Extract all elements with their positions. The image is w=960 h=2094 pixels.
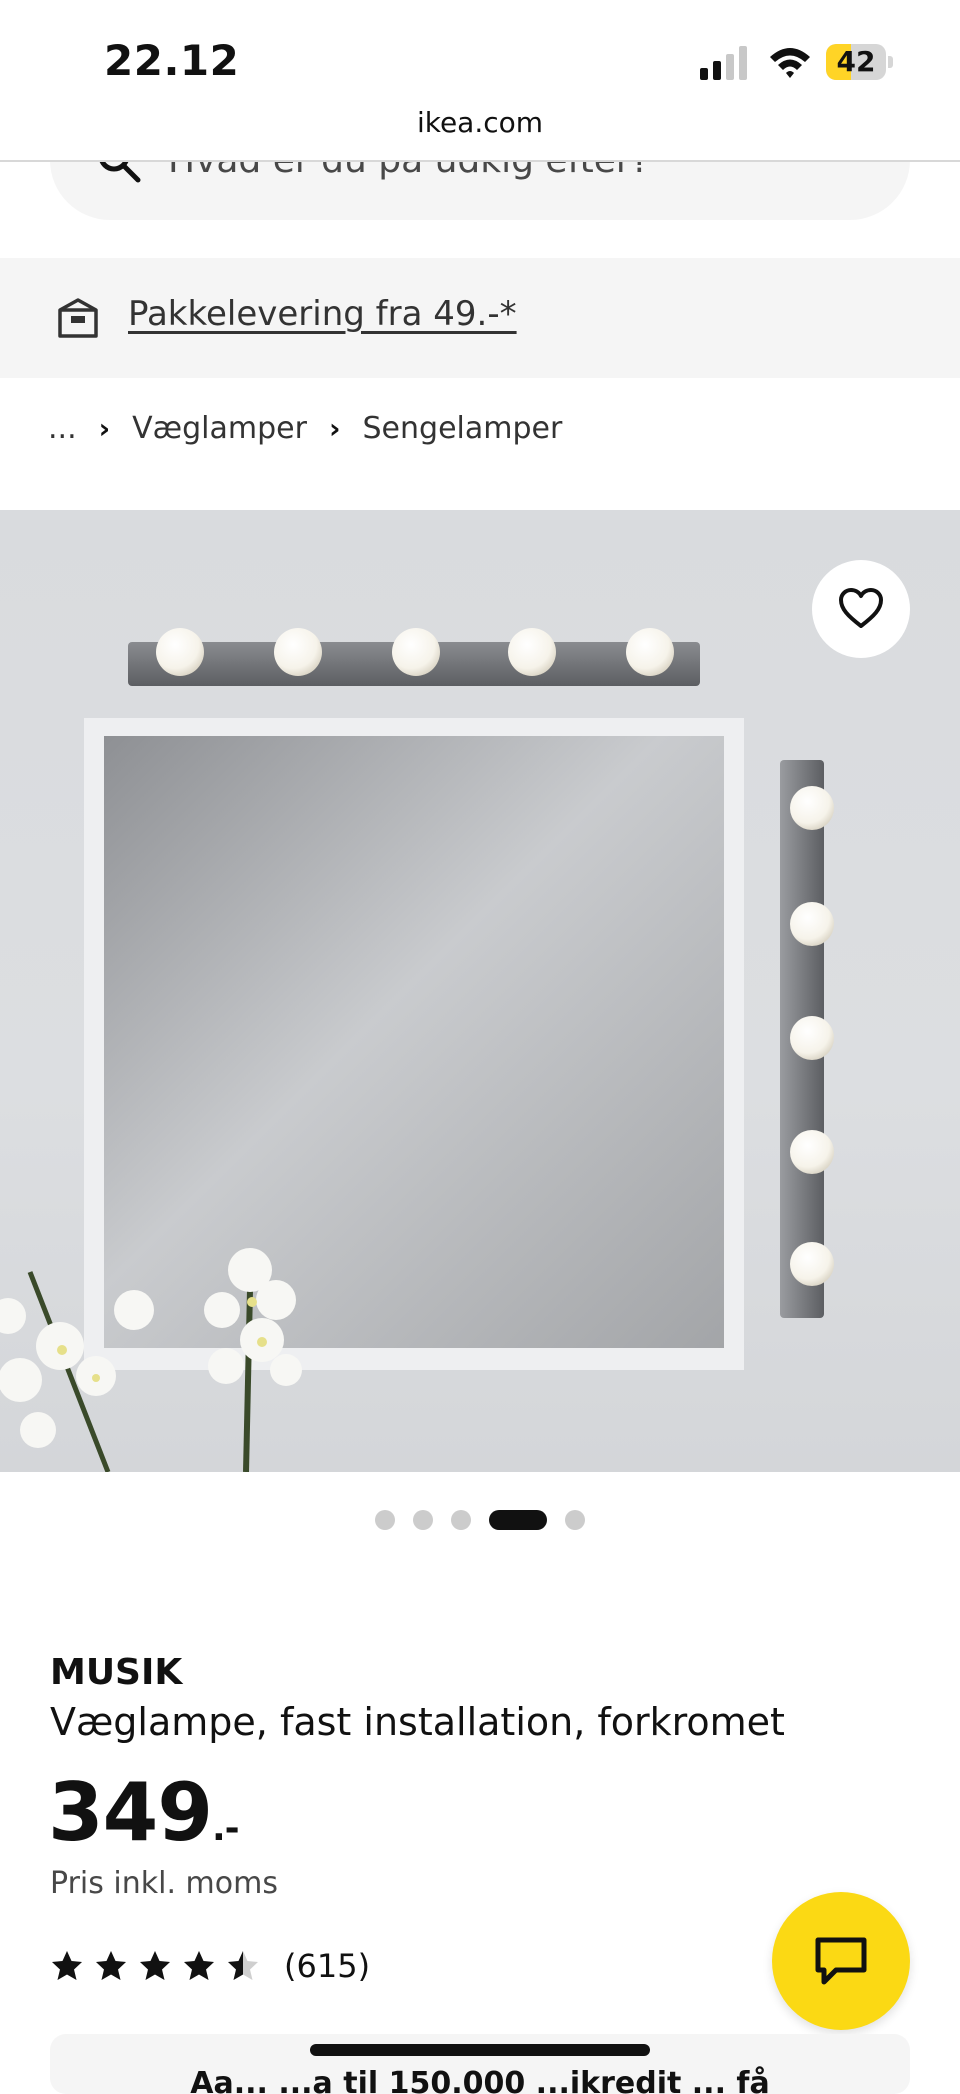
carousel-dot[interactable] — [375, 1510, 395, 1530]
wifi-icon — [770, 48, 810, 78]
product-description: Væglampe, fast installation, forkromet — [50, 1700, 785, 1744]
product-brand: MUSIK — [50, 1652, 183, 1693]
star-icon — [140, 1951, 170, 1980]
carousel-dots — [0, 1508, 960, 1532]
financing-card[interactable]: Aa... ...a til 150.000 ...ikredit ... få — [50, 2034, 910, 2094]
heart-icon — [839, 588, 883, 628]
review-count[interactable]: (615) — [284, 1947, 370, 1985]
battery-level: 42 — [836, 45, 876, 78]
cellular-signal-icon — [700, 46, 747, 80]
delivery-link[interactable]: Pakkelevering fra 49.-* — [128, 294, 517, 334]
delivery-banner: Pakkelevering fra 49.-* — [0, 258, 960, 378]
home-indicator — [310, 2044, 650, 2056]
product-photo — [0, 628, 834, 1472]
breadcrumb-item-sengelamper[interactable]: Sengelamper — [363, 411, 563, 446]
breadcrumb-ellipsis[interactable]: ... — [48, 411, 77, 446]
chevron-right-icon: › — [328, 411, 341, 445]
favorite-button[interactable] — [812, 560, 910, 658]
delivery-box-icon — [58, 298, 98, 338]
chat-button[interactable] — [772, 1892, 910, 2030]
chevron-right-icon: › — [98, 411, 111, 445]
product-image[interactable] — [0, 510, 960, 1472]
breadcrumb: ... › Væglamper › Sengelamper — [48, 408, 562, 448]
financing-text: Aa... ...a til 150.000 ...ikredit ... få — [190, 2066, 770, 2094]
carousel-dot[interactable] — [565, 1510, 585, 1530]
battery-indicator: 42 — [826, 44, 894, 80]
chat-icon — [815, 1937, 867, 1985]
price-suffix: .- — [212, 1808, 240, 1849]
status-time: 22.12 — [104, 36, 240, 85]
star-icon — [228, 1951, 258, 1980]
carousel-dot[interactable] — [451, 1510, 471, 1530]
carousel-dot[interactable] — [413, 1510, 433, 1530]
product-price: 349.- — [48, 1766, 240, 1859]
star-icon — [52, 1951, 82, 1980]
price-value: 349 — [48, 1766, 213, 1859]
star-icon — [184, 1951, 214, 1980]
carousel-dot[interactable] — [489, 1510, 547, 1530]
breadcrumb-item-vaeglamper[interactable]: Væglamper — [132, 411, 307, 446]
status-bar: 22.12 42 — [0, 0, 960, 112]
product-rating[interactable]: (615) — [50, 1946, 370, 1986]
star-icon — [96, 1951, 126, 1980]
price-note: Pris inkl. moms — [50, 1866, 278, 1901]
